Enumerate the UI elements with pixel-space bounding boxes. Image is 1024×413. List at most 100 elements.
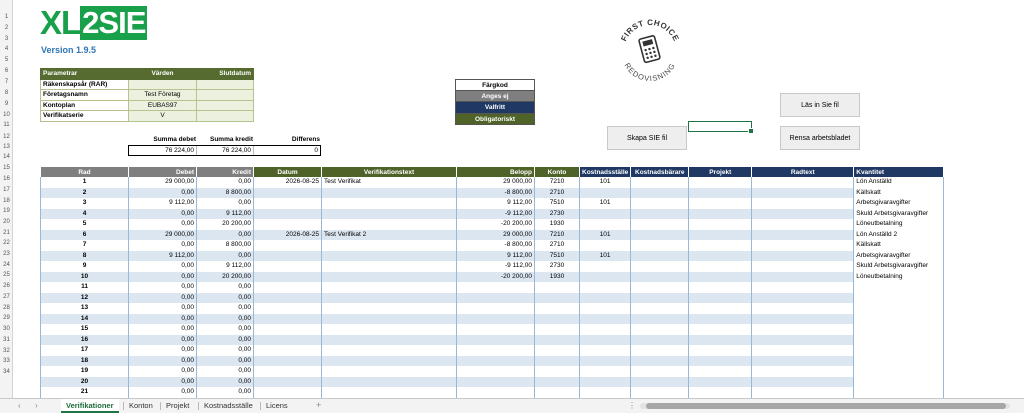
- grid-cell[interactable]: [456, 313, 535, 324]
- sheet-tab[interactable]: Konton: [124, 399, 158, 413]
- grid-cell[interactable]: [688, 355, 753, 366]
- grid-cell[interactable]: 0,00: [128, 187, 197, 198]
- grid-cell[interactable]: [853, 303, 945, 314]
- grid-cell[interactable]: [853, 282, 945, 293]
- grid-cell[interactable]: 101: [578, 229, 632, 240]
- column-header[interactable]: Verifikationstext: [321, 167, 457, 177]
- grid-cell[interactable]: [630, 250, 690, 261]
- row-number[interactable]: 8: [0, 90, 13, 96]
- grid-cell[interactable]: 0,00: [128, 303, 197, 314]
- row-number[interactable]: 11: [0, 122, 13, 128]
- param-end-cell[interactable]: [196, 99, 254, 111]
- row-number[interactable]: 5: [0, 57, 13, 63]
- grid-cell[interactable]: Skuld Arbetsgivaravgifter: [853, 208, 945, 219]
- grid-cell[interactable]: [321, 219, 457, 230]
- grid-cell[interactable]: [751, 219, 855, 230]
- grid-cell[interactable]: [578, 313, 632, 324]
- row-number[interactable]: 17: [0, 187, 13, 193]
- selected-cell[interactable]: [688, 121, 754, 134]
- grid-cell[interactable]: -9 112,00: [456, 208, 535, 219]
- grid-cell[interactable]: [751, 208, 855, 219]
- grid-cell[interactable]: 1: [40, 177, 129, 188]
- grid-cell[interactable]: [751, 387, 855, 398]
- more-options-icon[interactable]: ⋮: [628, 401, 636, 410]
- grid-cell[interactable]: [751, 376, 855, 387]
- grid-cell[interactable]: [688, 240, 753, 251]
- grid-cell[interactable]: 21: [40, 387, 129, 398]
- grid-cell[interactable]: 8: [40, 250, 129, 261]
- grid-cell[interactable]: [630, 261, 690, 272]
- grid-cell[interactable]: 8 800,00: [196, 240, 254, 251]
- grid-cell[interactable]: 0,00: [196, 177, 254, 188]
- grid-cell[interactable]: [578, 376, 632, 387]
- grid-cell[interactable]: [534, 355, 580, 366]
- column-header[interactable]: Radtext: [751, 167, 855, 177]
- row-number[interactable]: 34: [0, 369, 13, 375]
- grid-cell[interactable]: [253, 376, 322, 387]
- grid-cell[interactable]: 0,00: [196, 324, 254, 335]
- grid-cell[interactable]: [456, 355, 535, 366]
- grid-cell[interactable]: [688, 208, 753, 219]
- sum-debit-value[interactable]: 76 224,00: [129, 146, 197, 155]
- param-value-cell[interactable]: EUBAS97: [128, 99, 197, 111]
- horizontal-scrollbar-thumb[interactable]: [646, 403, 1006, 409]
- param-end-cell[interactable]: [196, 78, 254, 90]
- grid-cell[interactable]: [630, 198, 690, 209]
- grid-cell[interactable]: [253, 198, 322, 209]
- grid-cell[interactable]: [321, 271, 457, 282]
- grid-cell[interactable]: [630, 219, 690, 230]
- column-header[interactable]: Rad: [40, 167, 129, 177]
- grid-cell[interactable]: 2: [40, 187, 129, 198]
- row-number[interactable]: 7: [0, 79, 13, 85]
- row-number[interactable]: 6: [0, 68, 13, 74]
- grid-cell[interactable]: [578, 345, 632, 356]
- grid-cell[interactable]: 0,00: [196, 250, 254, 261]
- grid-cell[interactable]: 0,00: [196, 198, 254, 209]
- row-number[interactable]: 32: [0, 348, 13, 354]
- grid-cell[interactable]: 15: [40, 324, 129, 335]
- param-end-cell[interactable]: [196, 110, 254, 122]
- grid-cell[interactable]: [751, 240, 855, 251]
- row-number[interactable]: 28: [0, 305, 13, 311]
- grid-cell[interactable]: 0,00: [196, 345, 254, 356]
- grid-cell[interactable]: 8 800,00: [196, 187, 254, 198]
- grid-cell[interactable]: [534, 387, 580, 398]
- grid-cell[interactable]: 13: [40, 303, 129, 314]
- grid-cell[interactable]: 0,00: [128, 261, 197, 272]
- grid-cell[interactable]: -8 800,00: [456, 240, 535, 251]
- grid-cell[interactable]: [630, 240, 690, 251]
- row-number[interactable]: 13: [0, 144, 13, 150]
- row-number[interactable]: 12: [0, 134, 13, 140]
- grid-cell[interactable]: 0,00: [196, 387, 254, 398]
- grid-cell[interactable]: [688, 177, 753, 188]
- grid-cell[interactable]: [321, 324, 457, 335]
- grid-cell[interactable]: 9 112,00: [128, 250, 197, 261]
- grid-cell[interactable]: 2710: [534, 187, 580, 198]
- column-header[interactable]: Belopp: [456, 167, 535, 177]
- grid-cell[interactable]: [321, 208, 457, 219]
- grid-cell[interactable]: [853, 345, 945, 356]
- grid-cell[interactable]: [751, 355, 855, 366]
- sheet-tab[interactable]: Verifikationer: [61, 399, 119, 413]
- grid-cell[interactable]: Lön Anställd: [853, 177, 945, 188]
- grid-cell[interactable]: 9 112,00: [128, 198, 197, 209]
- grid-cell[interactable]: [456, 387, 535, 398]
- row-number[interactable]: 20: [0, 219, 13, 225]
- row-number[interactable]: 24: [0, 262, 13, 268]
- grid-cell[interactable]: 0,00: [128, 240, 197, 251]
- grid-cell[interactable]: 0,00: [196, 334, 254, 345]
- grid-cell[interactable]: [688, 345, 753, 356]
- grid-cell[interactable]: 0,00: [128, 282, 197, 293]
- add-sheet-icon[interactable]: +: [316, 400, 321, 410]
- grid-cell[interactable]: [630, 387, 690, 398]
- grid-cell[interactable]: 0,00: [128, 366, 197, 377]
- grid-cell[interactable]: [253, 366, 322, 377]
- grid-cell[interactable]: [688, 261, 753, 272]
- grid-cell[interactable]: [630, 345, 690, 356]
- grid-cell[interactable]: [688, 387, 753, 398]
- grid-cell[interactable]: [253, 345, 322, 356]
- grid-cell[interactable]: 101: [578, 198, 632, 209]
- grid-cell[interactable]: [853, 387, 945, 398]
- grid-cell[interactable]: [534, 324, 580, 335]
- grid-cell[interactable]: 0,00: [128, 271, 197, 282]
